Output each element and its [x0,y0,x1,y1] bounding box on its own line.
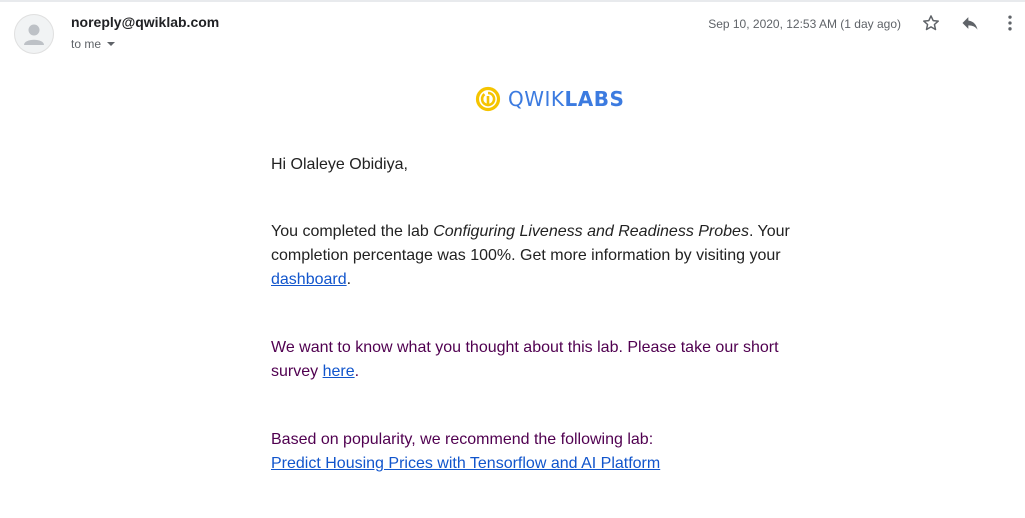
p1-suffix: . [346,271,352,288]
top-divider [0,0,1025,2]
survey-link[interactable]: here [323,363,355,380]
dashboard-link[interactable]: dashboard [271,271,347,288]
completion-paragraph: You completed the lab Configuring Livene… [271,220,791,292]
recommendation-text: Based on popularity, we recommend the fo… [271,431,654,448]
p1-prefix: You completed the lab [271,223,434,240]
sender-address[interactable]: noreply@qwiklab.com [71,14,219,30]
more-vert-icon[interactable] [998,11,1022,35]
star-icon[interactable] [919,11,943,35]
recommended-lab-link[interactable]: Predict Housing Prices with Tensorflow a… [271,455,660,472]
recipient-label: to me [71,37,102,51]
avatar-icon[interactable] [14,14,54,54]
logo-wordmark: QWIKLABS [508,87,625,111]
qwiklabs-logo: QWIKLABS [475,86,624,112]
message-timestamp: Sep 10, 2020, 12:53 AM (1 day ago) [708,17,901,31]
chevron-down-icon [107,42,116,46]
qwiklabs-logo-mark-icon [475,86,501,112]
lab-title: Configuring Liveness and Readiness Probe… [433,223,749,240]
email-greeting: Hi Olaleye Obidiya, [271,156,408,173]
survey-paragraph: We want to know what you thought about t… [271,336,791,384]
recommendation-paragraph: Based on popularity, we recommend the fo… [271,428,791,476]
recipient-details-toggle[interactable]: to me [71,37,116,51]
p2-suffix: . [354,363,360,380]
reply-icon[interactable] [958,11,982,35]
